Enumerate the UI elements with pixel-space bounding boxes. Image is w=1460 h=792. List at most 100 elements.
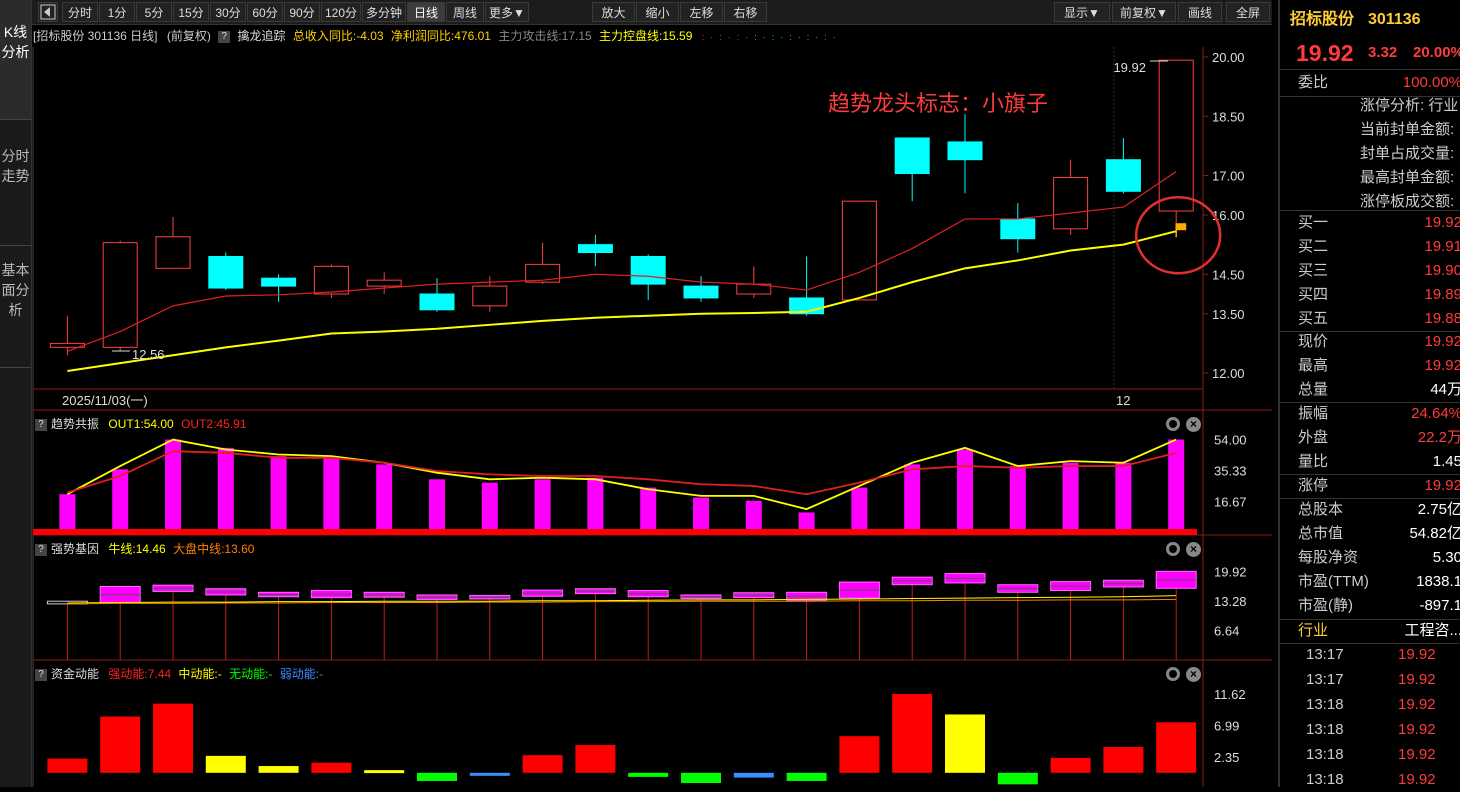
stat-row: 市盈(TTM) 1838.1 xyxy=(1298,573,1460,590)
fund-bar xyxy=(628,772,669,777)
limit-analysis-row: 涨停分析: 行业 xyxy=(1360,97,1459,114)
resonance-bar xyxy=(1115,462,1132,529)
candle-body xyxy=(366,279,402,287)
bid-row: 买三 19.90 xyxy=(1298,262,1460,279)
fund-bar xyxy=(205,755,246,773)
fund-bar xyxy=(1103,747,1144,773)
ma-line-yellow xyxy=(67,230,1177,373)
fund-y-label: 2.35 xyxy=(1214,750,1239,765)
fund-bar xyxy=(786,772,827,781)
no-energy: 无动能:- xyxy=(229,667,273,681)
candle-body xyxy=(1053,176,1089,230)
gene-y-label: 6.64 xyxy=(1214,623,1239,638)
help-icon[interactable]: ? xyxy=(35,543,47,556)
tick-row: 13:17 19.92 xyxy=(1306,646,1436,663)
resonance-bar xyxy=(587,477,604,529)
fund-bar xyxy=(681,772,721,783)
candle-body xyxy=(1158,59,1194,212)
out2-value: OUT2:45.91 xyxy=(181,417,247,431)
y-tick-label: 20.00 xyxy=(1212,50,1245,65)
gear-icon[interactable] xyxy=(1166,667,1180,681)
gene-y-label: 13.28 xyxy=(1214,594,1247,609)
fund-bar xyxy=(417,772,457,781)
gene-panel-title: ? 强势基因 牛线:14.46 大盘中线:13.60 xyxy=(35,541,254,557)
bid-row: 买五 19.88 xyxy=(1298,310,1460,327)
fund-bar xyxy=(575,745,616,773)
close-icon[interactable]: × xyxy=(1186,417,1201,432)
candle-body xyxy=(419,293,455,311)
tick-row: 13:18 19.92 xyxy=(1306,746,1436,763)
month-label: 12 xyxy=(1116,393,1130,408)
gene-y-label: 19.92 xyxy=(1214,564,1247,579)
fund-bar xyxy=(839,736,880,773)
gear-icon[interactable] xyxy=(1166,417,1180,431)
resonance-bar xyxy=(851,487,868,529)
resonance-bar xyxy=(693,497,709,529)
resonance-baseline xyxy=(33,529,1197,535)
resonance-bar xyxy=(1009,466,1026,529)
y-tick-label: 12.00 xyxy=(1212,366,1245,381)
candle-body xyxy=(155,236,191,269)
strong-energy: 强动能:7.44 xyxy=(108,667,172,681)
resonance-y-label: 35.33 xyxy=(1214,463,1247,478)
fund-bar xyxy=(945,714,985,773)
stat-row: 总股本 2.75亿 xyxy=(1298,501,1460,518)
y-tick-label: 13.50 xyxy=(1212,307,1245,322)
fund-bar xyxy=(997,772,1038,785)
date-label: 2025/11/03(一) xyxy=(62,393,148,408)
help-icon[interactable]: ? xyxy=(35,668,47,681)
fund-bar xyxy=(47,758,88,773)
candle-body xyxy=(525,263,561,283)
tick-row: 13:17 19.92 xyxy=(1306,671,1436,688)
gear-icon[interactable] xyxy=(1166,542,1180,556)
current-price: 19.92 xyxy=(1296,40,1354,66)
candle-body xyxy=(208,255,244,289)
high-price-label: 19.92 xyxy=(1113,60,1146,75)
candle-body xyxy=(577,244,613,254)
resonance-y-label: 54.00 xyxy=(1214,433,1247,448)
resonance-bar xyxy=(640,487,657,529)
bid-row: 买一 19.92 xyxy=(1298,214,1460,231)
bid-row: 买二 19.91 xyxy=(1298,238,1460,255)
resonance-bar xyxy=(323,456,340,529)
industry-row[interactable]: 行业 工程咨... xyxy=(1280,619,1460,643)
candle-body xyxy=(841,200,877,301)
highlight-circle xyxy=(1134,195,1222,275)
low-price-label: 12.56 xyxy=(132,347,165,362)
price-header: 19.92 3.32 20.00% xyxy=(1280,38,1460,68)
close-icon[interactable]: × xyxy=(1186,667,1201,682)
resonance-bar xyxy=(217,447,234,529)
resonance-bar xyxy=(534,479,551,529)
stat-row: 现价 19.92 xyxy=(1298,333,1460,350)
candle-body xyxy=(630,255,666,285)
resonance-bar xyxy=(745,500,762,529)
candle-body xyxy=(472,285,508,307)
quote-panel: 招标股份 301136 19.92 3.32 20.00% 委比 100.00% … xyxy=(1278,0,1460,788)
resonance-bar xyxy=(904,464,921,529)
resonance-bar xyxy=(481,482,498,529)
help-icon[interactable]: ? xyxy=(35,418,47,431)
limit-analysis-row: 封单占成交量: xyxy=(1360,145,1455,162)
y-tick-label: 17.00 xyxy=(1212,169,1245,184)
fund-bar xyxy=(733,772,774,778)
stat-row: 涨停 19.92 xyxy=(1298,477,1460,494)
tick-row: 13:18 19.92 xyxy=(1306,771,1436,788)
y-tick-label: 18.50 xyxy=(1212,109,1245,124)
limit-analysis-row: 最高封单金额: xyxy=(1360,169,1455,186)
stat-row: 总市值 54.82亿 xyxy=(1298,525,1460,542)
fund-y-label: 11.62 xyxy=(1214,687,1246,702)
stat-row: 总量 44万 xyxy=(1298,381,1460,398)
close-icon[interactable]: × xyxy=(1186,542,1201,557)
stat-row: 振幅 24.64% xyxy=(1298,405,1460,422)
stat-row: 最高 19.92 xyxy=(1298,357,1460,374)
fund-bar xyxy=(469,772,510,776)
stat-row: 市盈(静) -897.1 xyxy=(1298,597,1460,614)
resonance-bar xyxy=(957,449,973,529)
stat-row: 量比 1.45 xyxy=(1298,453,1460,470)
candle-body xyxy=(894,137,930,175)
stat-row: 每股净资 5.30 xyxy=(1298,549,1460,566)
resonance-bar xyxy=(798,512,815,529)
stock-header: 招标股份 301136 xyxy=(1280,6,1460,34)
bid-row: 买四 19.89 xyxy=(1298,286,1460,303)
fund-y-label: 6.99 xyxy=(1214,718,1239,733)
